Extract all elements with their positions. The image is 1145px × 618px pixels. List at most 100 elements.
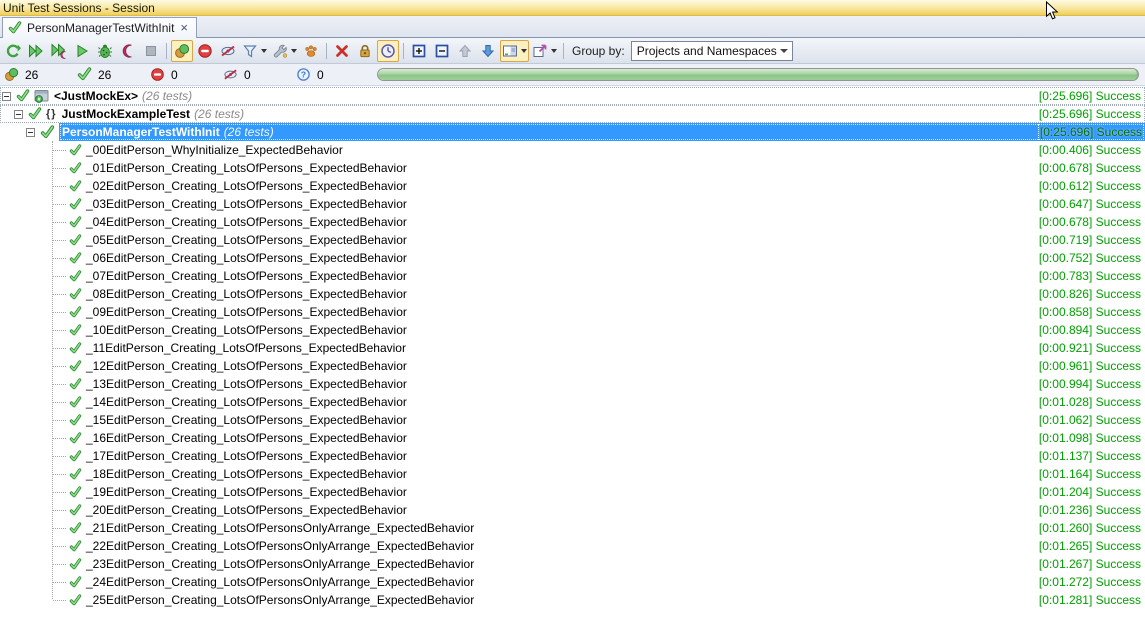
toolbar-separator xyxy=(563,42,564,59)
tree-test-row[interactable]: _12EditPerson_Creating_LotsOfPersons_Exp… xyxy=(0,357,1145,375)
tree-guide-stub xyxy=(53,239,66,241)
tree-test-row[interactable]: _11EditPerson_Creating_LotsOfPersons_Exp… xyxy=(0,339,1145,357)
test-name: _23EditPerson_Creating_LotsOfPersonsOnly… xyxy=(86,557,475,571)
export-icon xyxy=(533,44,547,57)
tree-test-row[interactable]: _08EditPerson_Creating_LotsOfPersons_Exp… xyxy=(0,285,1145,303)
paw-icon xyxy=(305,45,317,57)
tree-test-row[interactable]: _24EditPerson_Creating_LotsOfPersonsOnly… xyxy=(0,573,1145,591)
test-name: _22EditPerson_Creating_LotsOfPersonsOnly… xyxy=(86,539,475,553)
show-failed-tests-only-button[interactable] xyxy=(194,40,216,62)
test-name: _10EditPerson_Creating_LotsOfPersons_Exp… xyxy=(86,323,407,337)
success-check-icon xyxy=(69,143,82,155)
tree-test-row[interactable]: _16EditPerson_Creating_LotsOfPersons_Exp… xyxy=(0,429,1145,447)
selected-row-highlight[interactable]: PersonManagerTestWithInit (26 tests) [0:25… xyxy=(59,123,1145,141)
toolbar-separator xyxy=(403,42,404,59)
success-check-icon xyxy=(69,215,82,227)
profile-selected-tests-button[interactable] xyxy=(117,40,139,62)
tree-group-row[interactable]: # <JustMockEx> (26 tests) [0:25.696] Succes… xyxy=(0,87,1145,105)
repeat-run-icon xyxy=(6,44,21,57)
show-test-time-button[interactable] xyxy=(377,39,399,62)
run-selected-tests-button[interactable] xyxy=(71,40,93,62)
success-check-icon xyxy=(69,503,82,515)
test-duration-status: [0:00.994] Success xyxy=(1038,377,1141,391)
collapse-expander-icon[interactable] xyxy=(26,127,35,137)
tree-test-row[interactable]: _22EditPerson_Creating_LotsOfPersonsOnly… xyxy=(0,537,1145,555)
tree-test-row[interactable]: _09EditPerson_Creating_LotsOfPersons_Exp… xyxy=(0,303,1145,321)
test-name: _07EditPerson_Creating_LotsOfPersons_Exp… xyxy=(86,269,407,283)
success-check-icon xyxy=(40,124,55,138)
success-check-icon xyxy=(69,395,82,407)
tree-test-row[interactable]: _10EditPerson_Creating_LotsOfPersons_Exp… xyxy=(0,321,1145,339)
stop-execution-button[interactable] xyxy=(140,40,162,62)
success-check-icon xyxy=(16,89,30,102)
collapse-expander-icon[interactable] xyxy=(14,109,23,119)
test-settings-button[interactable] xyxy=(270,40,299,62)
tree-test-row[interactable]: _21EditPerson_Creating_LotsOfPersonsOnly… xyxy=(0,519,1145,537)
tree-test-row[interactable]: _00EditPerson_WhyInitialize_ExpectedBeha… xyxy=(0,141,1145,159)
expand-all-button[interactable] xyxy=(408,40,430,62)
remove-session-button[interactable] xyxy=(331,40,353,62)
tree-test-row[interactable]: _18EditPerson_Creating_LotsOfPersons_Exp… xyxy=(0,465,1145,483)
run-all-tests-button[interactable] xyxy=(25,40,47,62)
tree-test-row[interactable]: _04EditPerson_Creating_LotsOfPersons_Exp… xyxy=(0,213,1145,231)
tree-test-row[interactable]: _20EditPerson_Creating_LotsOfPersons_Exp… xyxy=(0,501,1145,519)
collapse-all-button[interactable] xyxy=(431,40,453,62)
failed-status-icon xyxy=(198,43,212,58)
tree-test-row[interactable]: _01EditPerson_Creating_LotsOfPersons_Exp… xyxy=(0,159,1145,177)
failed-status-icon xyxy=(151,68,164,81)
test-name: _19EditPerson_Creating_LotsOfPersons_Exp… xyxy=(86,485,407,499)
success-check-icon xyxy=(69,179,82,191)
tree-test-row[interactable]: _14EditPerson_Creating_LotsOfPersons_Exp… xyxy=(0,393,1145,411)
tree-guide-stub xyxy=(53,581,66,583)
filter-tests-button[interactable] xyxy=(240,40,269,62)
test-tree[interactable]: # <JustMockEx> (26 tests) [0:25.696] Succes… xyxy=(0,86,1145,618)
group-label: JustMockExampleTest xyxy=(61,107,191,121)
tab-close-icon[interactable]: × xyxy=(179,21,189,34)
csharp-project-icon: # xyxy=(34,90,49,103)
tree-guide-stub xyxy=(53,491,66,493)
show-ignored-tests-button[interactable] xyxy=(217,40,239,62)
test-duration-status: [0:01.164] Success xyxy=(1038,467,1141,481)
success-check-icon xyxy=(69,485,82,497)
group-by-value: Projects and Namespaces xyxy=(636,43,777,58)
group-by-select[interactable]: Projects and Namespaces xyxy=(630,40,793,61)
test-name: _12EditPerson_Creating_LotsOfPersons_Exp… xyxy=(86,359,407,373)
tree-test-row[interactable]: _13EditPerson_Creating_LotsOfPersons_Exp… xyxy=(0,375,1145,393)
total-count-value: 26 xyxy=(25,67,39,82)
success-check-icon xyxy=(69,323,82,335)
window-titlebar[interactable]: Unit Test Sessions - Session xyxy=(0,0,1145,16)
test-name: _17EditPerson_Creating_LotsOfPersons_Exp… xyxy=(86,449,407,463)
tree-group-row[interactable]: {} JustMockExampleTest (26 tests) [0:25.696… xyxy=(0,105,1145,123)
tree-test-row[interactable]: _17EditPerson_Creating_LotsOfPersons_Exp… xyxy=(0,447,1145,465)
lock-session-button[interactable] xyxy=(354,40,376,62)
tree-test-row[interactable]: _02EditPerson_Creating_LotsOfPersons_Exp… xyxy=(0,177,1145,195)
tree-test-row[interactable]: _25EditPerson_Creating_LotsOfPersonsOnly… xyxy=(0,591,1145,609)
debug-selected-tests-button[interactable] xyxy=(94,40,116,62)
tree-test-row[interactable]: _03EditPerson_Creating_LotsOfPersons_Exp… xyxy=(0,195,1145,213)
tree-group-row[interactable]: PersonManagerTestWithInit (26 tests) [0:25… xyxy=(0,123,1145,141)
mouse-cursor xyxy=(1046,1,1059,20)
dropdown-caret-icon xyxy=(521,48,527,53)
test-name: _20EditPerson_Creating_LotsOfPersons_Exp… xyxy=(86,503,407,517)
next-test-button[interactable] xyxy=(477,40,499,62)
tree-test-row[interactable]: _07EditPerson_Creating_LotsOfPersons_Exp… xyxy=(0,267,1145,285)
test-duration-status: [0:00.826] Success xyxy=(1038,287,1141,301)
repeat-previous-run-button[interactable] xyxy=(2,40,24,62)
tree-test-row[interactable]: _19EditPerson_Creating_LotsOfPersons_Exp… xyxy=(0,483,1145,501)
toggle-preview-pane-button[interactable] xyxy=(500,39,529,62)
window-title: Unit Test Sessions - Session xyxy=(3,1,155,15)
run-all-tests-profiled-button[interactable] xyxy=(48,40,70,62)
test-name: _09EditPerson_Creating_LotsOfPersons_Exp… xyxy=(86,305,407,319)
tree-guide-stub xyxy=(53,167,66,169)
unit-tests-indicator-button[interactable] xyxy=(171,39,193,62)
track-running-test-button[interactable] xyxy=(300,40,322,62)
previous-test-button[interactable] xyxy=(454,40,476,62)
tree-test-row[interactable]: _15EditPerson_Creating_LotsOfPersons_Exp… xyxy=(0,411,1145,429)
session-tab[interactable]: PersonManagerTestWithInit × xyxy=(2,17,197,38)
test-duration-status: [0:01.028] Success xyxy=(1038,395,1141,409)
collapse-expander-icon[interactable] xyxy=(2,91,11,101)
export-results-button[interactable] xyxy=(530,40,559,62)
tree-test-row[interactable]: _06EditPerson_Creating_LotsOfPersons_Exp… xyxy=(0,249,1145,267)
tree-test-row[interactable]: _05EditPerson_Creating_LotsOfPersons_Exp… xyxy=(0,231,1145,249)
tree-test-row[interactable]: _23EditPerson_Creating_LotsOfPersonsOnly… xyxy=(0,555,1145,573)
